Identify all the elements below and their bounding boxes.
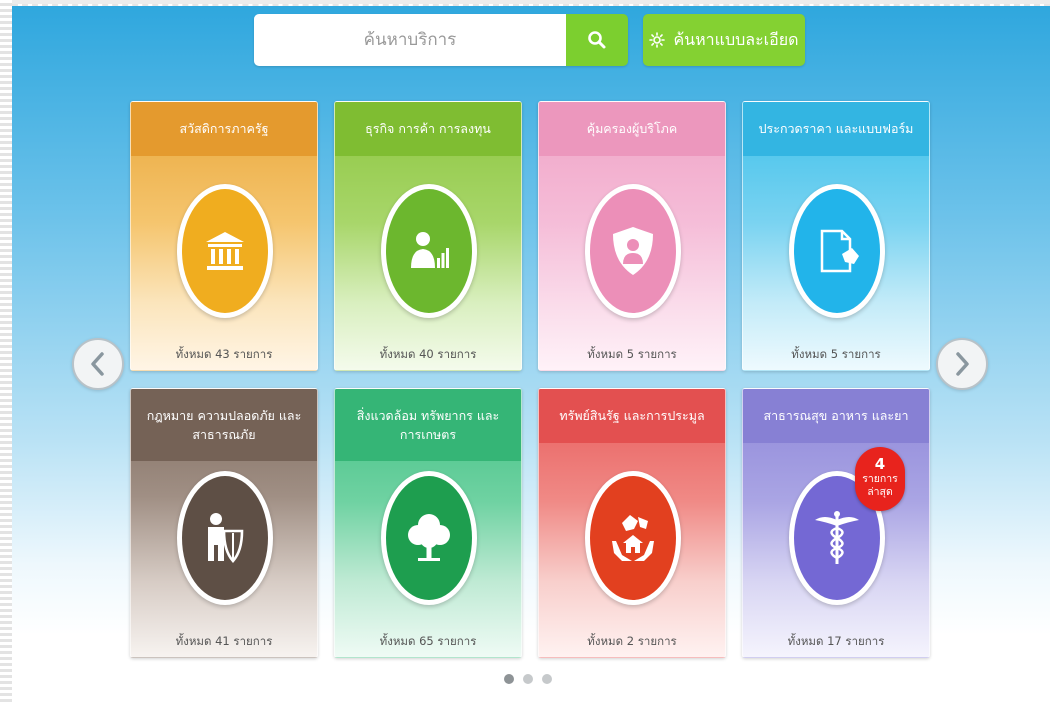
tree-icon [408,514,450,561]
card-title: ธุรกิจ การค้า การลงทุน [335,102,521,156]
page-edge [0,0,12,705]
chevron-left-icon [91,352,104,376]
card-title: สาธารณสุข อาหาร และยา [743,389,929,443]
card-emblem [585,184,681,318]
card-emblem [177,184,273,318]
new-items-badge: 4 รายการ ล่าสุด [855,447,905,511]
category-card-business[interactable]: ธุรกิจ การค้า การลงทุน ทั้งหมด 40 รายการ [334,101,522,371]
page-dot-3[interactable] [542,674,552,684]
carousel-pagination [504,674,552,684]
card-count: ทั้งหมด 41 รายการ [175,634,273,648]
category-card-state-property[interactable]: ทรัพย์สินรัฐ และการประมูล ทั้งหมด 2 รายก… [538,388,726,658]
card-count: ทั้งหมด 65 รายการ [379,634,477,648]
card-title: ทรัพย์สินรัฐ และการประมูล [539,389,725,443]
advanced-search-button[interactable]: ค้นหาแบบละเอียด [643,14,805,66]
gear-icon [649,32,666,48]
shield-person-icon [613,227,653,275]
card-count: ทั้งหมด 5 รายการ [791,347,881,361]
card-title: ประกวดราคา และแบบฟอร์ม [743,102,929,156]
card-count: ทั้งหมด 17 รายการ [787,634,885,648]
hands-house-icon [612,515,654,561]
card-title: กฎหมาย ความปลอดภัย และสาธารณภัย [131,389,317,461]
badge-number: 4 [874,455,886,473]
page-dot-1[interactable] [504,674,514,684]
badge-text: รายการ ล่าสุด [862,473,898,498]
person-shield-icon [208,513,244,563]
search-bar [254,14,628,66]
card-title: สิ่งแวดล้อม ทรัพยากร และการเกษตร [335,389,521,461]
card-count: ทั้งหมด 2 รายการ [587,634,677,648]
page-dot-2[interactable] [523,674,533,684]
category-card-law-safety[interactable]: กฎหมาย ความปลอดภัย และสาธารณภัย ทั้งหมด … [130,388,318,658]
businessman-chart-icon [411,232,449,268]
search-button[interactable] [566,14,628,66]
document-icon [820,229,859,273]
card-emblem [585,471,681,605]
card-emblem [177,471,273,605]
caduceus-icon [815,511,859,564]
carousel-prev-button[interactable] [72,338,124,390]
category-card-environment[interactable]: สิ่งแวดล้อม ทรัพยากร และการเกษตร ทั้งหมด… [334,388,522,658]
card-count: ทั้งหมด 43 รายการ [175,347,273,361]
card-emblem [381,471,477,605]
government-building-icon [206,232,244,270]
advanced-search-label: ค้นหาแบบละเอียด [673,29,799,49]
card-count: ทั้งหมด 5 รายการ [587,347,677,361]
category-card-procurement[interactable]: ประกวดราคา และแบบฟอร์ม ทั้งหมด 5 รายการ [742,101,930,371]
search-input[interactable] [254,14,566,66]
card-title: สวัสดิการภาครัฐ [131,102,317,156]
category-card-welfare[interactable]: สวัสดิการภาครัฐ ทั้งหมด 43 รายการ [130,101,318,371]
search-icon [588,31,606,49]
category-card-health[interactable]: สาธารณสุข อาหาร และยา 4 รายการ ล่าสุด ทั… [742,388,930,658]
card-title: คุ้มครองผู้บริโภค [539,102,725,156]
card-count: ทั้งหมด 40 รายการ [379,347,477,361]
card-emblem [789,184,885,318]
carousel-next-button[interactable] [936,338,988,390]
chevron-right-icon [956,352,969,376]
card-emblem [381,184,477,318]
category-card-consumer[interactable]: คุ้มครองผู้บริโภค ทั้งหมด 5 รายการ [538,101,726,371]
